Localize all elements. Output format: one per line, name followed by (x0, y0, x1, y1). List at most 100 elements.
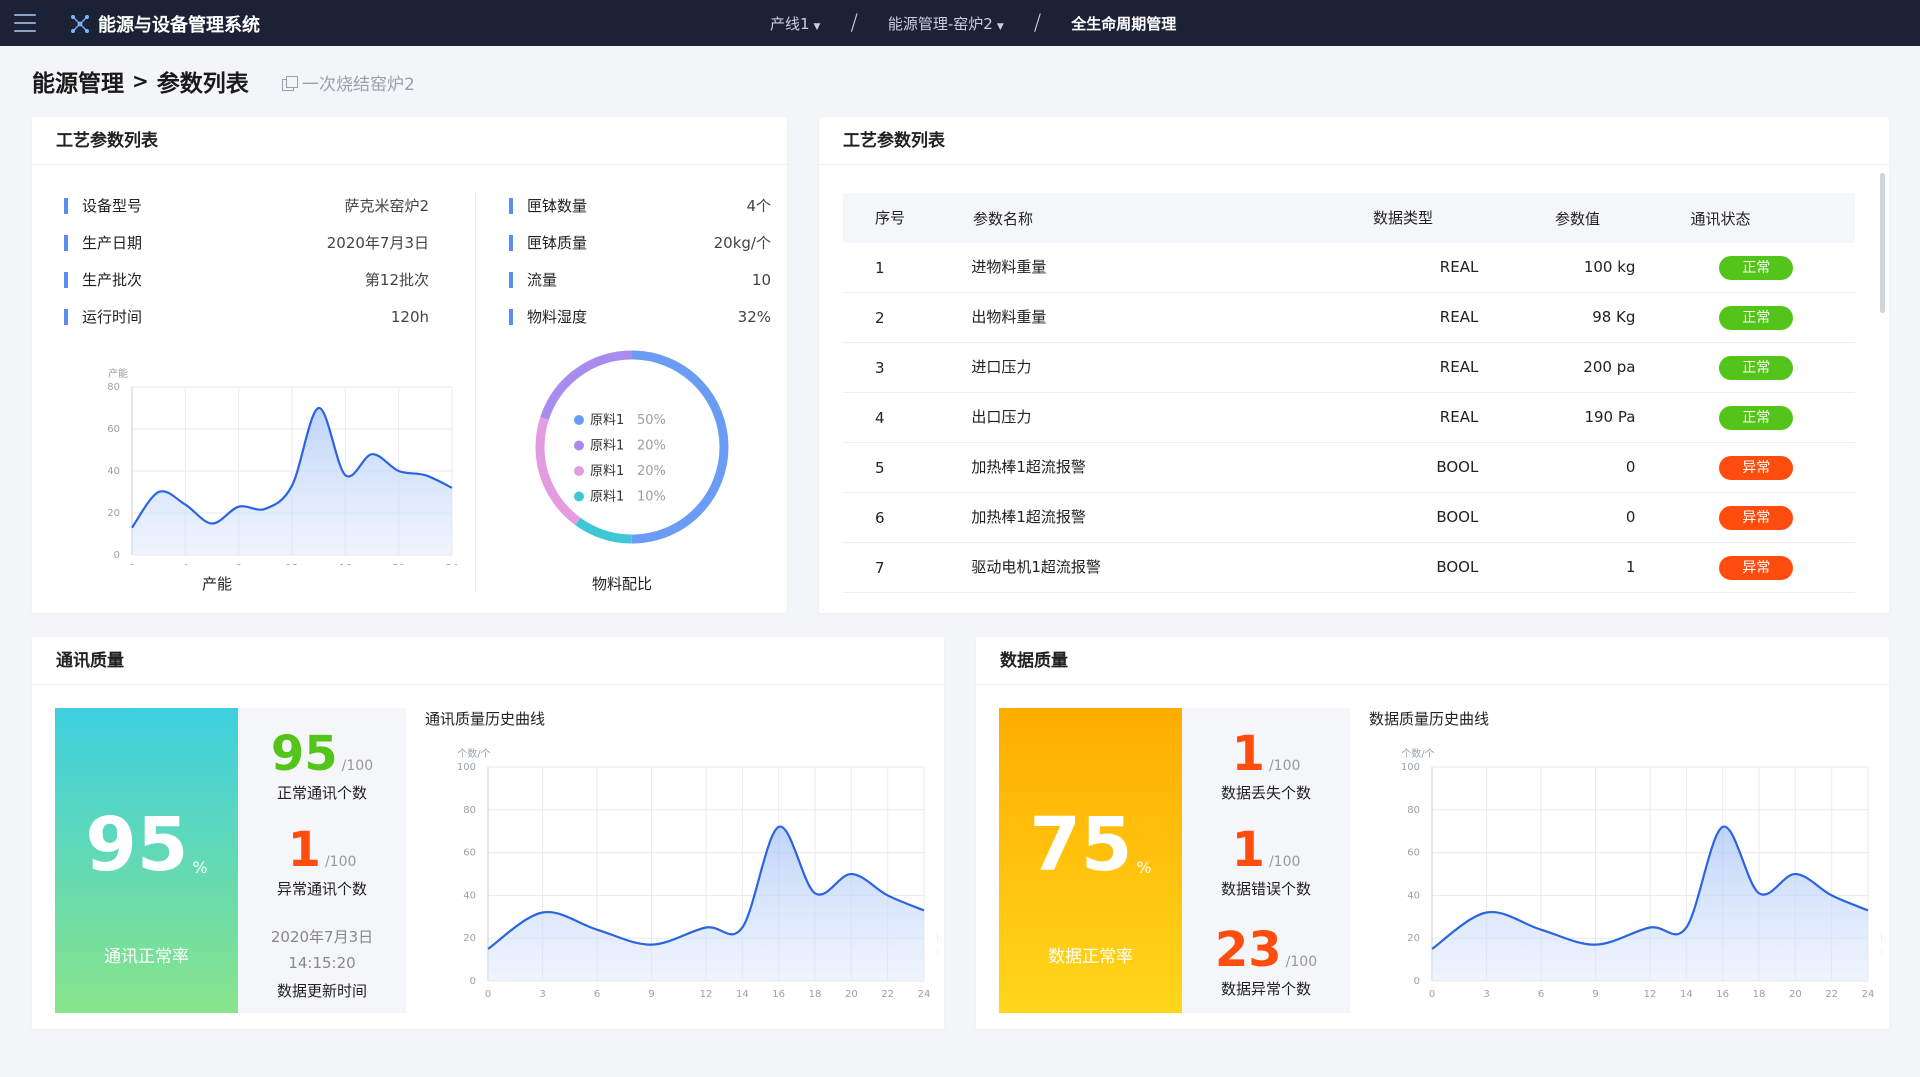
data-history-chart: 0 20 40 60 80 100 0 3 6 9 12 14 16 18 20 22 24 个数/个时间/h (1401, 747, 1882, 1000)
x-axis-label-char: 间 (1881, 945, 1882, 958)
info-key: 匣钵质量 (509, 232, 587, 253)
y-tick-label: 20 (107, 508, 120, 519)
nav-item-label: 能源管理-窑炉2 (887, 14, 993, 33)
stat-number: 1/100 (1182, 730, 1350, 778)
nav-separator: / (1033, 10, 1042, 36)
cell-no: 4 (875, 408, 885, 427)
info-value: 萨克米窑炉2 (344, 197, 429, 215)
cell-no: 6 (875, 508, 885, 527)
x-tick-label: 24 (1862, 989, 1875, 1000)
cell-value: 100 kg (1583, 258, 1636, 276)
legend-dot (574, 466, 584, 476)
x-tick-label: 20 (845, 989, 858, 1000)
page-subtitle: 一次烧结窑炉2 (282, 70, 415, 95)
table-row[interactable]: 5 加热棒1超流报警 BOOL 0 异常 (843, 443, 1855, 493)
cell-value: 98 Kg (1592, 308, 1636, 326)
comm-history-chart: 0 20 40 60 80 100 0 3 6 9 12 14 16 18 20 22 24 个数/个时间/h (457, 747, 938, 1000)
cell-status: 异常 (1657, 455, 1855, 480)
cell-type: REAL (1439, 258, 1479, 276)
info-value: 2020年7月3日 (326, 234, 429, 252)
cell-no: 7 (875, 558, 885, 577)
stat-value: 1 (1231, 726, 1265, 782)
legend-dot (574, 415, 584, 425)
stat-label: 数据异常个数 (1220, 980, 1311, 998)
device-info-list: 设备型号 萨克米窑炉2 生产日期 2020年7月3日 生产批次 第12批次 运行时间 1… (64, 187, 429, 335)
stat-value: 23 (1214, 922, 1282, 978)
table-row[interactable]: 7 驱动电机1超流报警 BOOL 1 异常 (843, 543, 1855, 593)
nav-separator: / (850, 10, 858, 36)
x-tick-label: 22 (881, 989, 894, 1000)
x-tick-label: 8 (235, 563, 241, 565)
table-row[interactable]: 3 进口压力 REAL 200 pa 正常 (843, 343, 1855, 393)
material-donut-chart: 原料1 50% 原料1 20% 原料1 20% 原料1 10% (535, 350, 729, 544)
legend-dot (574, 440, 584, 451)
status-badge: 正常 (1719, 305, 1794, 330)
info-key: 生产批次 (64, 269, 142, 290)
app-title: 能源与设备管理系统 (98, 15, 260, 36)
table-row[interactable]: 1 进物料重量 REAL 100 kg 正常 (843, 243, 1855, 293)
caret-down-icon: ▼ (813, 21, 821, 32)
cell-no: 1 (875, 258, 885, 277)
x-tick-label: 14 (1680, 989, 1693, 1000)
table-row[interactable]: 6 加热棒1超流报警 BOOL 0 异常 (843, 493, 1855, 543)
y-tick-label: 100 (457, 762, 476, 773)
comm-stats-panel: 95/100 正常通讯个数 1/100 异常通讯个数 2020年7月3日 14:… (238, 708, 406, 1013)
nav-item-lifecycle[interactable]: 全生命周期管理 (1071, 13, 1176, 34)
stat-denominator: /100 (341, 758, 374, 774)
table-row[interactable]: 4 出口压力 REAL 190 Pa 正常 (843, 393, 1855, 443)
x-tick-label: 24 (918, 989, 931, 1000)
status-badge: 正常 (1719, 355, 1794, 380)
cell-type: BOOL (1436, 508, 1479, 526)
x-tick-label: 0 (485, 989, 491, 1000)
header-value: 参数值 (1554, 209, 1600, 228)
table-row[interactable]: 2 出物料重量 REAL 98 Kg 正常 (843, 293, 1855, 343)
x-tick-label: 9 (1592, 989, 1598, 1000)
stat-denominator: /100 (1268, 854, 1301, 870)
breadcrumb-energy[interactable]: 能源管理 (32, 64, 124, 98)
network-logo-icon (71, 15, 89, 33)
x-tick-label: 3 (1483, 989, 1489, 1000)
stat-number: 23/100 (1182, 926, 1350, 974)
y-axis-label: 个数/个 (1401, 747, 1434, 760)
hamburger-menu-icon[interactable] (14, 14, 36, 32)
top-nav: 产线1 ▼ / 能源管理-窑炉2 ▼ / 全生命周期管理 (770, 0, 1176, 46)
info-row: 设备型号 萨克米窑炉2 (64, 187, 429, 224)
table-body: 1 进物料重量 REAL 100 kg 正常 2 出物料重量 REAL 98 Kg 正常 3 进口压力… (843, 243, 1855, 593)
update-date: 2020年7月3日 (270, 928, 374, 946)
x-tick-label: 16 (339, 563, 352, 565)
nav-item-kiln[interactable]: 能源管理-窑炉2 ▼ (888, 13, 1004, 34)
legend-name: 原料1 (590, 413, 624, 428)
data-rate-label: 数据正常率 (1048, 947, 1133, 967)
stat-value: 1 (1231, 822, 1265, 878)
info-key: 匣钵数量 (509, 195, 587, 216)
stat-label: 数据错误个数 (1220, 880, 1311, 898)
x-tick-label: 20 (392, 563, 405, 565)
x-tick-label: 24 (446, 563, 459, 565)
device-name: 一次烧结窑炉2 (302, 75, 415, 95)
cell-status: 正常 (1657, 355, 1855, 380)
info-row: 生产批次 第12批次 (64, 261, 429, 298)
cell-name: 进口压力 (971, 358, 1032, 376)
table-scrollbar[interactable] (1880, 173, 1885, 313)
legend-dot (574, 491, 584, 502)
y-tick-label: 80 (107, 382, 120, 393)
x-tick-label: 16 (772, 989, 785, 1000)
data-stats-panel: 1/100 数据丢失个数 1/100 数据错误个数 23/100 数据异常个数 (1182, 708, 1350, 1013)
status-badge: 正常 (1719, 405, 1794, 430)
update-label: 数据更新时间 (276, 982, 367, 1000)
info-row: 物料湿度 32% (509, 298, 771, 335)
y-tick-label: 100 (1401, 762, 1420, 773)
card-title: 工艺参数列表 (819, 117, 1889, 165)
legend-pct: 20% (637, 439, 666, 454)
legend-pct: 10% (637, 490, 666, 505)
x-tick-label: 18 (809, 989, 822, 1000)
caret-down-icon: ▼ (996, 21, 1004, 32)
status-badge: 异常 (1719, 505, 1794, 530)
info-row: 匣钵数量 4个 (509, 187, 771, 224)
comm-rate-label: 通讯正常率 (104, 947, 189, 967)
nav-item-line[interactable]: 产线1 ▼ (770, 13, 820, 34)
cell-status: 异常 (1657, 555, 1855, 580)
y-tick-label: 60 (1407, 848, 1420, 859)
stat-label: 异常通讯个数 (276, 880, 367, 898)
x-tick-label: 12 (286, 563, 299, 565)
